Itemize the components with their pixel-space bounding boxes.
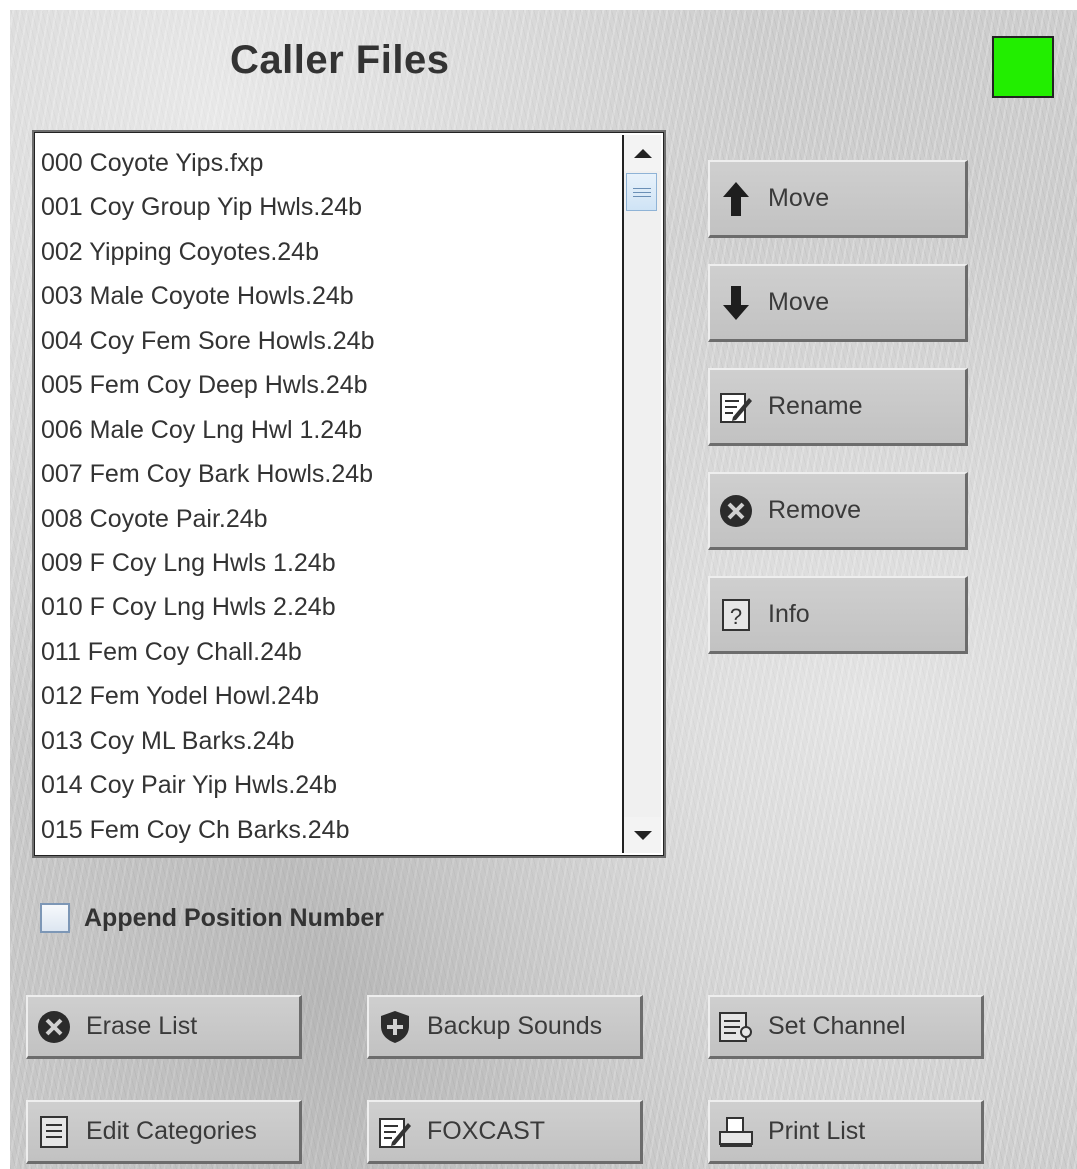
triangle-up-icon — [633, 148, 652, 158]
file-list-item[interactable]: 015 Fem Coy Ch Barks.24b — [37, 808, 622, 852]
file-list-item[interactable]: 004 Coy Fem Sore Howls.24b — [37, 319, 622, 363]
grip-line — [632, 195, 651, 197]
file-list-item[interactable]: 012 Fem Yodel Howl.24b — [37, 674, 622, 718]
scroll-thumb[interactable] — [626, 173, 657, 211]
file-list-item[interactable]: 007 Fem Coy Bark Howls.24b — [37, 452, 622, 496]
status-indicator — [992, 36, 1054, 98]
print-list-label: Print List — [768, 1117, 866, 1145]
file-list-item[interactable]: 006 Male Coy Lng Hwl 1.24b — [37, 408, 622, 452]
grip-line — [632, 191, 651, 193]
print-list-button[interactable]: Print List — [708, 1100, 984, 1164]
file-list-item[interactable]: 000 Coyote Yips.fxp — [37, 141, 622, 185]
info-button[interactable]: ? Info — [708, 576, 968, 654]
info-icon: ? — [718, 597, 754, 633]
append-position-label: Append Position Number — [84, 903, 384, 932]
edit-icon — [718, 389, 754, 425]
erase-icon — [36, 1009, 72, 1045]
file-listbox[interactable]: 000 Coyote Yips.fxp 001 Coy Group Yip Hwl… — [32, 130, 666, 858]
file-list-item[interactable]: 011 Fem Coy Chall.24b — [37, 630, 622, 674]
window-edge-top — [0, 0, 1077, 10]
page-title: Caller Files — [230, 38, 450, 82]
file-list-item[interactable]: 002 Yipping Coyotes.24b — [37, 230, 622, 274]
edit-categories-button[interactable]: Edit Categories — [26, 1100, 302, 1164]
info-label: Info — [768, 600, 810, 628]
foxcast-button[interactable]: FOXCAST — [367, 1100, 643, 1164]
file-list-item[interactable]: 010 F Coy Lng Hwls 2.24b — [37, 585, 622, 629]
move-down-label: Move — [768, 288, 830, 316]
move-up-label: Move — [768, 184, 830, 212]
backup-sounds-label: Backup Sounds — [427, 1012, 603, 1040]
backup-sounds-button[interactable]: Backup Sounds — [367, 995, 643, 1059]
file-list-item[interactable]: 013 Coy ML Barks.24b — [37, 719, 622, 763]
triangle-down-icon — [633, 830, 652, 840]
move-down-button[interactable]: Move — [708, 264, 968, 342]
remove-icon — [718, 493, 754, 529]
file-list-item[interactable]: 005 Fem Coy Deep Hwls.24b — [37, 363, 622, 407]
scroll-up-button[interactable] — [624, 135, 661, 171]
move-up-button[interactable]: Move — [708, 160, 968, 238]
rename-button[interactable]: Rename — [708, 368, 968, 446]
arrow-down-icon — [718, 285, 754, 321]
scroll-down-button[interactable] — [624, 817, 661, 853]
file-list-item[interactable]: 003 Male Coyote Howls.24b — [37, 274, 622, 318]
set-channel-label: Set Channel — [768, 1012, 906, 1040]
file-list-item[interactable]: 014 Coy Pair Yip Hwls.24b — [37, 763, 622, 807]
erase-list-label: Erase List — [86, 1012, 198, 1040]
foxcast-label: FOXCAST — [427, 1117, 546, 1145]
edit-categories-label: Edit Categories — [86, 1117, 257, 1145]
svg-text:?: ? — [730, 604, 742, 629]
remove-button[interactable]: Remove — [708, 472, 968, 550]
window-edge-left — [0, 0, 10, 1169]
erase-list-button[interactable]: Erase List — [26, 995, 302, 1059]
edit-icon — [377, 1114, 413, 1150]
printer-icon — [718, 1114, 754, 1150]
remove-label: Remove — [768, 496, 862, 524]
file-list-item[interactable]: 009 F Coy Lng Hwls 1.24b — [37, 541, 622, 585]
file-list-item[interactable]: 001 Coy Group Yip Hwls.24b — [37, 185, 622, 229]
file-list-item[interactable]: 008 Coyote Pair.24b — [37, 497, 622, 541]
append-position-row[interactable]: Append Position Number — [40, 903, 384, 933]
rename-label: Rename — [768, 392, 863, 420]
arrow-up-icon — [718, 181, 754, 217]
channel-icon — [718, 1009, 754, 1045]
file-list[interactable]: 000 Coyote Yips.fxp 001 Coy Group Yip Hwl… — [37, 135, 624, 853]
append-position-checkbox[interactable] — [40, 903, 70, 933]
shield-icon — [377, 1009, 413, 1045]
list-icon — [36, 1114, 72, 1150]
list-scrollbar[interactable] — [624, 135, 661, 853]
grip-line — [632, 187, 651, 189]
set-channel-button[interactable]: Set Channel — [708, 995, 984, 1059]
